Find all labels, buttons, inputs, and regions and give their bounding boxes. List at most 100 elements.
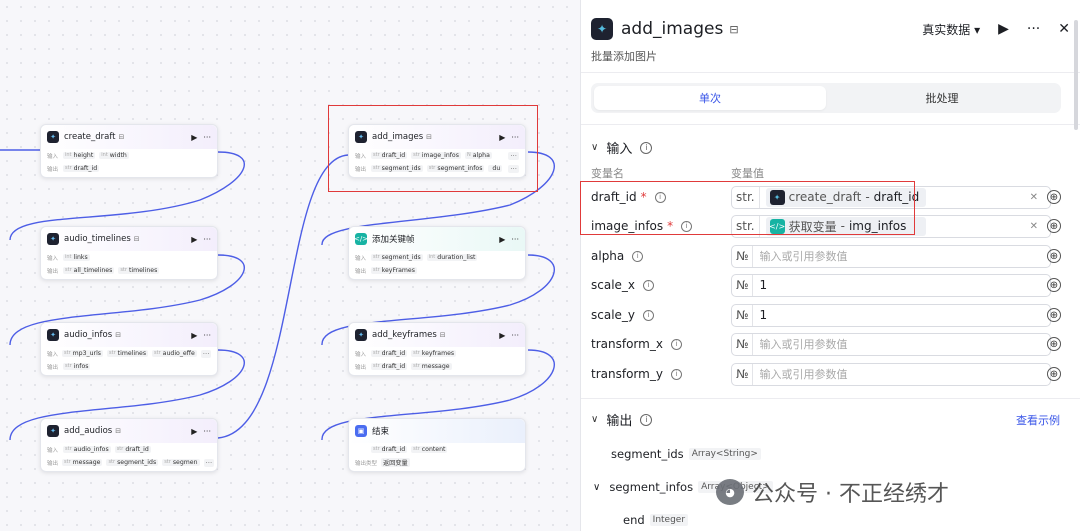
placeholder-text: 输入或引用参数值 xyxy=(759,250,848,263)
run-icon[interactable]: ▶ xyxy=(499,235,505,244)
more-icon[interactable]: ··· xyxy=(203,331,211,340)
param-chip: str infos xyxy=(63,363,91,370)
view-example-link[interactable]: 查看示例 xyxy=(1016,412,1060,428)
input-section-header[interactable]: ∨ 输入 i xyxy=(591,138,653,157)
output-label: 输出 xyxy=(47,364,59,371)
add-reference-icon[interactable]: ⊕ xyxy=(1047,337,1061,351)
param-chip: str keyFrames xyxy=(371,267,417,274)
node-add-audios[interactable]: ✦ add_audios ⊟ ▶ ··· 输入 str audio_infos str draf… xyxy=(40,418,218,472)
close-icon[interactable]: ✕ xyxy=(1058,21,1070,37)
node-audio-timelines[interactable]: ✦ audio_timelines ⊟ ▶ ··· 输入 int links 输出 str al… xyxy=(40,226,218,280)
more-icon[interactable]: ··· xyxy=(203,133,211,142)
divider xyxy=(581,124,1080,125)
node-add-keyframes[interactable]: ✦ add_keyframes ⊟ ▶ ··· 输入 str draft_id str keyf… xyxy=(348,322,526,376)
more-icon[interactable]: ··· xyxy=(511,235,519,244)
node-title: add_audios xyxy=(64,426,113,436)
input-label: 输入 xyxy=(355,351,367,358)
clear-icon[interactable]: ✕ xyxy=(1030,192,1038,203)
param-value-field[interactable]: № 输入或引用参数值 xyxy=(731,332,1051,356)
plugin-icon: ✦ xyxy=(47,329,59,341)
node-title: 结束 xyxy=(372,427,390,437)
param-row-transform-y: transform_y i № 输入或引用参数值 ⊕ xyxy=(591,362,1061,386)
node-add-keyframe-code[interactable]: </> 添加关键帧 ▶ ··· 输入 str segment_ids int duration… xyxy=(348,226,526,280)
more-icon[interactable]: ··· xyxy=(511,331,519,340)
param-chip: str message xyxy=(62,459,103,466)
add-reference-icon[interactable]: ⊕ xyxy=(1047,219,1061,233)
tab-batch[interactable]: 批处理 xyxy=(826,86,1058,110)
param-name: transform_x xyxy=(591,337,663,351)
info-icon: i xyxy=(670,338,682,350)
data-mode-dropdown[interactable]: 真实数据 ▾ xyxy=(922,21,980,38)
add-reference-icon[interactable]: ⊕ xyxy=(1047,249,1061,263)
output-section-header[interactable]: ∨ 输出 i xyxy=(591,410,653,429)
add-reference-icon[interactable]: ⊕ xyxy=(1047,308,1061,322)
param-chip: str content xyxy=(411,446,448,453)
more-icon[interactable]: ··· xyxy=(1027,21,1040,37)
watermark-text: 公众号 · 不正经绣才 xyxy=(752,482,949,507)
node-audio-infos[interactable]: ✦ audio_infos ⊟ ▶ ··· 输入 str mp3_urls str timeli… xyxy=(40,322,218,376)
param-chip: int links xyxy=(63,254,90,261)
info-icon: i xyxy=(640,141,653,154)
badge-icon: ⊟ xyxy=(133,235,140,243)
run-icon[interactable]: ▶ xyxy=(191,331,197,340)
node-create-draft[interactable]: ✦ create_draft ⊟ ▶ ··· 输入 int height int width 输… xyxy=(40,124,218,178)
param-value-field[interactable]: № 1 xyxy=(731,273,1051,297)
divider xyxy=(581,72,1080,73)
params-highlight xyxy=(580,181,915,235)
param-chip: str draft_id xyxy=(114,446,151,453)
param-value-field[interactable]: № 输入或引用参数值 xyxy=(731,244,1051,268)
node-title: 添加关键帧 xyxy=(372,235,415,245)
placeholder-text: 输入或引用参数值 xyxy=(759,368,848,381)
scrollbar[interactable] xyxy=(1074,20,1078,130)
input-label: 输入 xyxy=(47,447,59,454)
input-label: 输入 xyxy=(355,255,367,262)
run-icon[interactable]: ▶ xyxy=(998,21,1009,37)
param-row-scale-y: scale_y i № 1 ⊕ xyxy=(591,303,1061,327)
param-value-field[interactable]: № 输入或引用参数值 xyxy=(731,362,1051,386)
input-label: 输入 xyxy=(47,351,59,358)
type-label: № xyxy=(736,245,754,267)
more-icon[interactable]: ··· xyxy=(203,235,211,244)
param-chip: str timelines xyxy=(118,267,160,274)
workflow-canvas[interactable]: ✦ create_draft ⊟ ▶ ··· 输入 int height int width 输… xyxy=(0,0,580,531)
param-chip: str mp3_urls xyxy=(62,350,104,357)
param-chip: str timelines xyxy=(107,350,149,357)
param-chip: str all_timelines xyxy=(63,267,115,274)
output-label: 输出 xyxy=(355,364,367,371)
badge-icon: ⊟ xyxy=(118,133,125,141)
param-chip: str draft_id xyxy=(371,446,408,453)
node-end[interactable]: ▣ 结束 str draft_id str content 输出类型 返回变量 xyxy=(348,418,526,472)
input-label: 输入 xyxy=(47,255,59,262)
param-value: 1 xyxy=(759,278,768,292)
add-reference-icon[interactable]: ⊕ xyxy=(1047,367,1061,381)
node-title: audio_timelines xyxy=(64,234,131,244)
param-chip: str audio_effe xyxy=(152,350,197,357)
add-reference-icon[interactable]: ⊕ xyxy=(1047,190,1061,204)
run-icon[interactable]: ▶ xyxy=(191,235,197,244)
param-chip: str draft_id xyxy=(63,165,100,172)
more-params: ··· xyxy=(203,458,215,467)
run-icon[interactable]: ▶ xyxy=(499,331,505,340)
more-icon[interactable]: ··· xyxy=(203,427,211,436)
output-label: 输出 xyxy=(47,268,59,275)
param-value-field[interactable]: № 1 xyxy=(731,303,1051,327)
panel-description: 批量添加图片 xyxy=(591,50,657,63)
node-title: create_draft xyxy=(64,132,116,142)
param-chip: str keyframes xyxy=(411,350,457,357)
badge-icon: ⊟ xyxy=(439,331,446,339)
output-name: end xyxy=(623,513,645,527)
run-icon[interactable]: ▶ xyxy=(191,427,197,436)
chevron-down-icon: ∨ xyxy=(591,414,599,425)
edge xyxy=(217,154,349,439)
badge-icon: ⊟ xyxy=(115,427,122,435)
info-icon: i xyxy=(632,250,644,262)
tab-single[interactable]: 单次 xyxy=(594,86,826,110)
info-icon: i xyxy=(670,368,682,380)
param-name: scale_x xyxy=(591,278,636,292)
add-reference-icon[interactable]: ⊕ xyxy=(1047,278,1061,292)
node-title: audio_infos xyxy=(64,330,113,340)
clear-icon[interactable]: ✕ xyxy=(1030,221,1038,232)
plugin-icon: ✦ xyxy=(591,18,613,40)
info-icon: i xyxy=(643,279,655,291)
run-icon[interactable]: ▶ xyxy=(191,133,197,142)
